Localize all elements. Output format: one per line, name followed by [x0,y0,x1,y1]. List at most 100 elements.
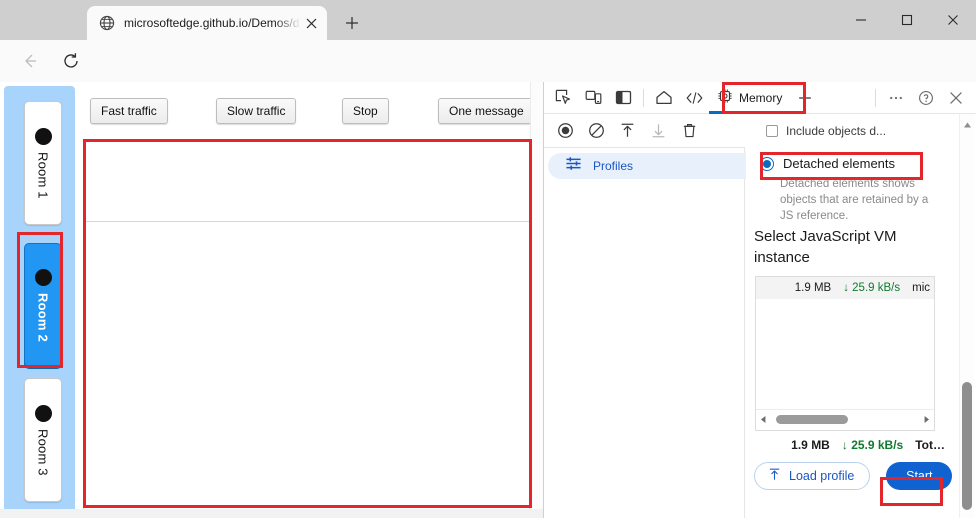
help-question-icon [918,90,934,106]
add-panel-button[interactable] [790,84,820,112]
room-label: Room 2 [36,293,51,342]
room-dot-icon [35,128,52,145]
dock-side-icon[interactable] [608,84,638,112]
scroll-up-arrow-icon[interactable] [963,117,972,135]
plus-icon [798,91,812,105]
total-memory: 1.9 MB [791,438,830,452]
messages-area[interactable] [83,221,530,518]
room-button-1[interactable]: Room 1 [24,101,62,225]
vm-table-header: 1.9 MB ↓ 25.9 kB/s mic [756,277,934,299]
navigation-bar: https://microsoftedge.github.io/Demos/de… [0,40,976,82]
detached-elements-description: Detached elements shows objects that are… [780,176,940,224]
slow-traffic-button[interactable]: Slow traffic [216,98,296,124]
scroll-left-arrow-icon[interactable] [759,411,768,429]
tab-label: Memory [739,91,782,105]
profiles-label: Profiles [593,159,633,173]
button-label: One message [449,104,524,118]
toolbar-divider [875,89,876,107]
room-label: Room 3 [36,429,51,476]
sliders-filter-icon [565,155,582,177]
more-tools-button[interactable] [881,84,911,112]
scrollbar-thumb[interactable] [776,415,848,424]
include-objects-label: Include objects d... [786,124,886,138]
totals-row: 1.9 MB ↓ 25.9 kB/s Tot… [746,438,945,452]
upload-arrow-icon [767,467,782,485]
load-profile-label: Load profile [789,469,854,483]
button-label: Stop [353,104,378,118]
close-icon[interactable] [301,13,321,33]
memory-chip-icon [717,88,733,107]
total-network: ↓ 25.9 kB/s [842,438,903,452]
button-label: Fast traffic [101,104,157,118]
vm-col-name: mic [912,282,930,294]
inspect-element-icon[interactable] [548,84,578,112]
browser-tab[interactable]: microsoftedge.github.io/Demos/d [87,6,327,40]
devtools-top-toolbar: Memory [544,82,976,114]
minimize-button[interactable] [838,0,884,40]
page-horizontal-scrollbar[interactable] [0,509,543,518]
title-bar: microsoftedge.github.io/Demos/d [0,0,976,40]
vm-table-body [756,299,934,409]
arrow-left-icon [21,52,39,70]
close-button[interactable] [930,0,976,40]
stop-button[interactable]: Stop [342,98,389,124]
scroll-right-arrow-icon[interactable] [922,411,931,429]
start-button[interactable]: Start [886,462,952,490]
vm-table-horizontal-scrollbar[interactable] [756,409,934,429]
close-devtools-button[interactable] [941,84,971,112]
load-profile-button[interactable]: Load profile [754,462,870,490]
new-tab-button[interactable] [338,10,366,36]
memory-settings-panel: Include objects d... Detached elements D… [746,114,961,518]
button-label: Slow traffic [227,104,285,118]
help-button[interactable] [911,84,941,112]
memory-actions-toolbar [544,114,745,148]
globe-icon [99,15,115,31]
maximize-button[interactable] [884,0,930,40]
browser-window: microsoftedge.github.io/Demos/d [0,0,976,518]
radio-selected-icon[interactable] [760,157,774,171]
start-label: Start [906,469,932,483]
page-vertical-scrollbar[interactable] [530,82,543,518]
section-heading: Select JavaScript VM instance [754,226,924,268]
web-page-content: Room 1 Room 2 Room 3 Fast traffic Slow t… [0,82,543,518]
include-objects-checkbox-row[interactable]: Include objects d... [766,124,886,138]
detached-elements-label: Detached elements [783,156,895,171]
sidebar-item-profiles[interactable]: Profiles [548,153,759,179]
toolbar-divider [643,89,644,107]
upload-arrow-icon[interactable] [612,117,643,145]
room-rail: Room 1 Room 2 Room 3 [4,86,75,514]
vm-col-network: ↓ 25.9 kB/s [843,282,900,294]
ellipsis-icon [888,90,904,106]
fast-traffic-button[interactable]: Fast traffic [90,98,168,124]
memory-sidebar: Profiles [544,148,745,518]
devtools-panel: Memory [543,82,976,518]
detached-elements-radio-row[interactable]: Detached elements [760,156,895,171]
checkbox-unchecked-icon[interactable] [766,125,778,137]
sources-code-icon[interactable] [679,84,709,112]
room-dot-icon [35,405,52,422]
back-button[interactable] [18,49,42,73]
devtools-scrollbar-thumb[interactable] [962,382,972,510]
download-arrow-icon[interactable] [643,117,674,145]
refresh-button[interactable] [59,49,83,73]
room-label: Room 1 [36,152,51,199]
window-controls [838,0,976,40]
refresh-icon [62,52,80,70]
trash-delete-icon[interactable] [674,117,705,145]
clear-prohibited-icon[interactable] [581,117,612,145]
vm-col-memory: 1.9 MB [795,282,831,294]
close-icon [949,91,963,105]
total-label: Tot… [915,438,945,452]
device-emulation-icon[interactable] [578,84,608,112]
vm-instance-table[interactable]: 1.9 MB ↓ 25.9 kB/s mic [755,276,935,431]
room-button-2[interactable]: Room 2 [24,243,62,367]
welcome-home-icon[interactable] [649,84,679,112]
one-message-button[interactable]: One message [438,98,535,124]
tab-memory[interactable]: Memory [709,83,790,113]
room-dot-icon [35,269,52,286]
room-button-3[interactable]: Room 3 [24,378,62,502]
record-circle-icon[interactable] [550,117,581,145]
panel-actions: Load profile Start [754,462,952,490]
close-icon [947,14,959,26]
maximize-icon [901,14,913,26]
